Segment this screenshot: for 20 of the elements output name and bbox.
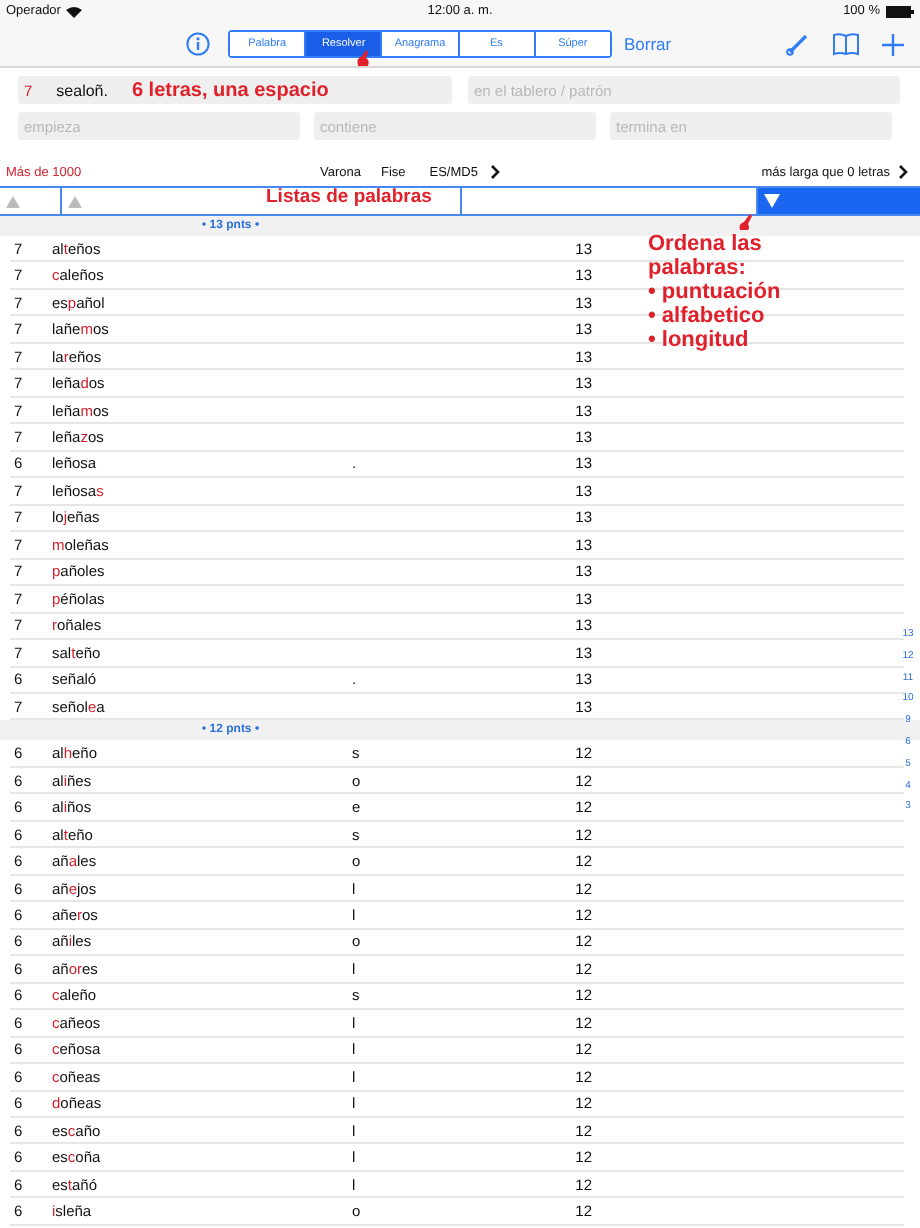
sort-up-icon xyxy=(6,195,20,207)
add-icon[interactable] xyxy=(882,33,904,55)
pointer-mark xyxy=(738,214,756,232)
annotation-text: Listas de palabras xyxy=(266,186,432,208)
sort-down-icon xyxy=(764,194,780,208)
wifi-icon xyxy=(66,5,83,17)
letters-value: sealoñ. xyxy=(56,81,108,99)
chevron-icon[interactable] xyxy=(489,164,500,180)
sort-column[interactable] xyxy=(758,188,920,214)
sort-up-icon xyxy=(68,195,82,207)
battery-icon xyxy=(886,5,914,17)
annotation-text: Ordena las palabras: • puntuación • alfabetico • longitud xyxy=(648,232,781,352)
pointer-mark xyxy=(356,50,372,68)
chevron-icon[interactable] xyxy=(898,164,908,180)
annotation-text: 6 letras, una espacio xyxy=(131,79,329,101)
clear-button[interactable]: Borrar xyxy=(624,34,672,54)
sort-column[interactable]: Listas de palabras xyxy=(62,188,462,214)
sort-column[interactable] xyxy=(0,188,62,214)
book-icon[interactable] xyxy=(832,32,860,56)
info-icon[interactable] xyxy=(186,32,210,56)
